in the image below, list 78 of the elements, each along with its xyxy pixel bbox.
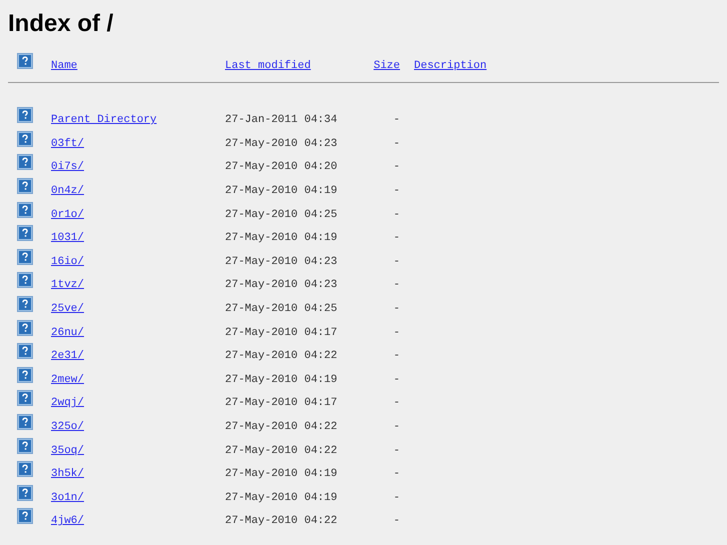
modified-date: 27-May-2010 04:22	[225, 420, 338, 433]
modified-date: 27-May-2010 04:22	[225, 444, 338, 456]
modified-date: 27-May-2010 04:19	[225, 232, 338, 244]
page-title: Index of /	[8, 10, 114, 38]
size-value: -	[393, 515, 400, 528]
directory-link[interactable]: 25ve/	[51, 302, 84, 315]
directory-link[interactable]: 0i7s/	[51, 161, 84, 174]
question-mark-icon	[17, 414, 33, 430]
directory-link[interactable]: 2mew/	[51, 374, 84, 386]
question-mark-icon	[17, 461, 33, 478]
question-mark-icon	[17, 154, 33, 170]
question-mark-icon	[17, 272, 33, 288]
modified-date: 27-May-2010 04:23	[225, 256, 338, 268]
modified-date: 27-May-2010 04:17	[225, 326, 338, 339]
size-value: -	[393, 256, 400, 268]
modified-date: 27-May-2010 04:22	[225, 515, 338, 528]
directory-link[interactable]: 3o1n/	[51, 492, 84, 504]
directory-link[interactable]: 3h5k/	[51, 468, 84, 480]
modified-date: 27-May-2010 04:25	[225, 302, 338, 315]
modified-date: 27-May-2010 04:25	[225, 208, 338, 221]
question-mark-icon	[17, 225, 33, 242]
modified-date: 27-May-2010 04:22	[225, 350, 338, 362]
directory-link[interactable]: 2wqj/	[51, 397, 84, 410]
size-value: -	[393, 138, 400, 150]
directory-link[interactable]: 26nu/	[51, 326, 84, 339]
question-mark-icon	[17, 438, 33, 454]
size-value: -	[393, 326, 400, 339]
size-value: -	[393, 397, 400, 410]
question-mark-icon	[17, 484, 33, 501]
question-mark-icon	[17, 53, 33, 69]
size-value: -	[393, 114, 400, 126]
directory-link[interactable]: Parent Directory	[51, 114, 157, 126]
modified-date: 27-May-2010 04:23	[225, 279, 338, 292]
question-mark-icon	[17, 202, 33, 218]
size-value: -	[393, 420, 400, 433]
question-mark-icon	[17, 320, 33, 336]
modified-date: 27-May-2010 04:19	[225, 184, 338, 197]
modified-date: 27-May-2010 04:19	[225, 468, 338, 480]
modified-date: 27-May-2010 04:23	[225, 138, 338, 150]
size-value: -	[393, 184, 400, 197]
directory-link[interactable]: 03ft/	[51, 138, 84, 150]
column-header-link[interactable]: Description	[414, 60, 487, 72]
directory-link[interactable]: 1031/	[51, 232, 84, 244]
size-value: -	[393, 374, 400, 386]
size-value: -	[393, 232, 400, 244]
question-mark-icon	[17, 296, 33, 312]
size-value: -	[393, 444, 400, 456]
size-value: -	[393, 302, 400, 315]
question-mark-icon	[17, 178, 33, 194]
directory-link[interactable]: 0n4z/	[51, 184, 84, 197]
question-mark-icon	[17, 508, 33, 524]
size-value: -	[393, 161, 400, 174]
question-mark-icon	[17, 248, 33, 265]
size-value: -	[393, 279, 400, 292]
column-header-link[interactable]: Last modified	[225, 60, 311, 72]
question-mark-icon	[17, 390, 33, 406]
size-value: -	[393, 350, 400, 362]
column-header-link[interactable]: Size	[374, 60, 400, 72]
modified-date: 27-May-2010 04:17	[225, 397, 338, 410]
directory-link[interactable]: 1tvz/	[51, 279, 84, 292]
column-header-link[interactable]: Name	[51, 60, 78, 72]
question-mark-icon	[17, 343, 33, 360]
question-mark-icon	[17, 107, 33, 124]
size-value: -	[393, 468, 400, 480]
modified-date: 27-May-2010 04:20	[225, 161, 338, 174]
question-mark-icon	[17, 366, 33, 383]
size-value: -	[393, 208, 400, 221]
directory-link[interactable]: 35oq/	[51, 444, 84, 456]
modified-date: 27-Jan-2011 04:34	[225, 114, 338, 126]
modified-date: 27-May-2010 04:19	[225, 492, 338, 504]
directory-link[interactable]: 16io/	[51, 256, 84, 268]
directory-link[interactable]: 2e31/	[51, 350, 84, 362]
directory-link[interactable]: 325o/	[51, 420, 84, 433]
size-value: -	[393, 492, 400, 504]
modified-date: 27-May-2010 04:19	[225, 374, 338, 386]
directory-link[interactable]: 4jw6/	[51, 515, 84, 528]
question-mark-icon	[17, 130, 33, 147]
directory-link[interactable]: 0r1o/	[51, 208, 84, 221]
